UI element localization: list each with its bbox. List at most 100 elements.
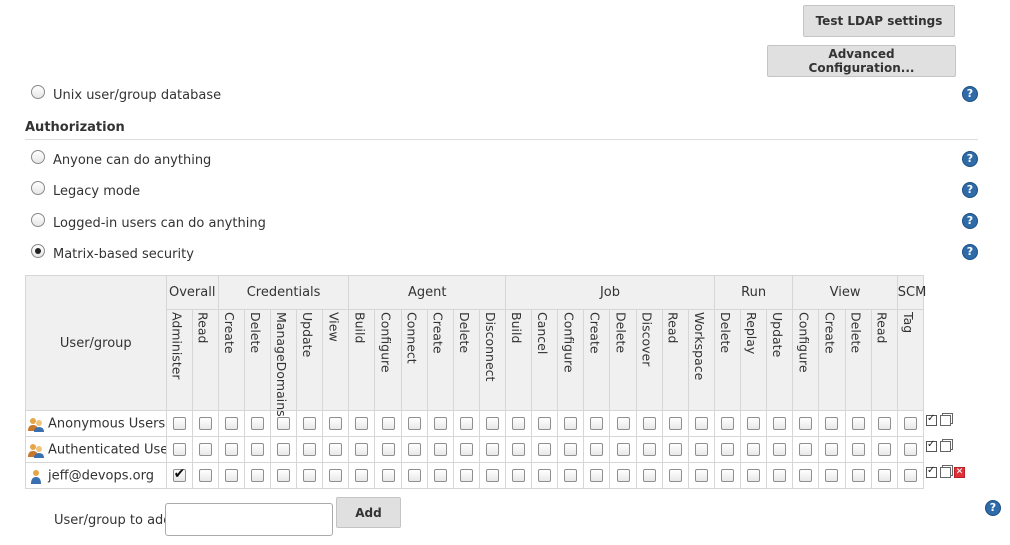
permission-checkbox-create[interactable] bbox=[433, 417, 447, 430]
permission-checkbox-read[interactable] bbox=[877, 417, 891, 430]
permission-checkbox-delete[interactable] bbox=[459, 443, 473, 456]
permission-checkbox-replay[interactable] bbox=[747, 443, 761, 456]
permission-checkbox-administer[interactable] bbox=[172, 443, 186, 456]
permission-checkbox-configure[interactable] bbox=[799, 469, 813, 482]
permission-checkbox-cancel[interactable] bbox=[538, 469, 552, 482]
permission-checkbox-connect[interactable] bbox=[407, 469, 421, 482]
permission-checkbox-view[interactable] bbox=[329, 417, 343, 430]
permission-checkbox-configure[interactable] bbox=[799, 443, 813, 456]
permission-checkbox-read[interactable] bbox=[198, 469, 212, 482]
permission-checkbox-build[interactable] bbox=[512, 443, 526, 456]
help-icon[interactable]: ? bbox=[962, 213, 978, 229]
add-button[interactable]: Add bbox=[336, 497, 401, 528]
permission-checkbox-update[interactable] bbox=[773, 443, 787, 456]
permission-checkbox-create[interactable] bbox=[224, 443, 238, 456]
permission-checkbox-view[interactable] bbox=[329, 443, 343, 456]
permission-checkbox-disconnect[interactable] bbox=[485, 443, 499, 456]
permission-checkbox-disconnect[interactable] bbox=[485, 417, 499, 430]
permission-checkbox-update[interactable] bbox=[303, 443, 317, 456]
permission-checkbox-delete[interactable] bbox=[851, 443, 865, 456]
permission-checkbox-create[interactable] bbox=[433, 443, 447, 456]
help-icon[interactable]: ? bbox=[962, 244, 978, 260]
toggle-all-icon[interactable] bbox=[926, 439, 937, 452]
permission-checkbox-configure[interactable] bbox=[381, 443, 395, 456]
permission-checkbox-build[interactable] bbox=[512, 417, 526, 430]
permission-checkbox-configure[interactable] bbox=[564, 443, 578, 456]
radio-logged-in-users-can-do-anything[interactable] bbox=[31, 213, 45, 227]
permission-checkbox-delete[interactable] bbox=[616, 469, 630, 482]
permission-checkbox-delete[interactable] bbox=[721, 417, 734, 430]
permission-checkbox-disconnect[interactable] bbox=[485, 469, 499, 482]
toggle-all-icon[interactable] bbox=[926, 413, 937, 426]
permission-checkbox-administer[interactable] bbox=[172, 466, 186, 482]
permission-checkbox-configure[interactable] bbox=[564, 417, 578, 430]
permission-checkbox-delete[interactable] bbox=[851, 417, 865, 430]
test-ldap-settings-button[interactable]: Test LDAP settings bbox=[803, 5, 955, 37]
radio-anyone-can-do-anything[interactable] bbox=[31, 150, 45, 164]
delete-icon[interactable]: ✕ bbox=[954, 467, 965, 478]
permission-checkbox-create[interactable] bbox=[433, 469, 447, 482]
permission-checkbox-workspace[interactable] bbox=[694, 443, 708, 456]
permission-checkbox-read[interactable] bbox=[877, 443, 891, 456]
permission-checkbox-configure[interactable] bbox=[381, 417, 395, 430]
radio-matrix-based-security[interactable] bbox=[31, 244, 45, 258]
permission-checkbox-delete[interactable] bbox=[616, 443, 630, 456]
permission-checkbox-tag[interactable] bbox=[903, 469, 917, 482]
copy-row-icon[interactable] bbox=[940, 415, 951, 426]
permission-checkbox-update[interactable] bbox=[773, 469, 787, 482]
permission-checkbox-managedomains[interactable] bbox=[277, 469, 291, 482]
permission-checkbox-build[interactable] bbox=[355, 417, 369, 430]
permission-checkbox-read[interactable] bbox=[198, 417, 212, 430]
copy-row-icon[interactable] bbox=[940, 441, 951, 452]
permission-checkbox-create[interactable] bbox=[590, 417, 604, 430]
permission-checkbox-delete[interactable] bbox=[851, 469, 865, 482]
permission-checkbox-cancel[interactable] bbox=[538, 417, 552, 430]
permission-checkbox-create[interactable] bbox=[224, 469, 238, 482]
user-group-to-add-input[interactable] bbox=[165, 503, 333, 536]
permission-checkbox-delete[interactable] bbox=[721, 443, 734, 456]
permission-checkbox-create[interactable] bbox=[825, 417, 839, 430]
permission-checkbox-delete[interactable] bbox=[459, 417, 473, 430]
permission-checkbox-read[interactable] bbox=[668, 417, 682, 430]
permission-checkbox-discover[interactable] bbox=[642, 417, 656, 430]
toggle-all-icon[interactable] bbox=[926, 465, 937, 478]
permission-checkbox-connect[interactable] bbox=[407, 443, 421, 456]
permission-checkbox-delete[interactable] bbox=[616, 417, 630, 430]
permission-checkbox-read[interactable] bbox=[877, 469, 891, 482]
permission-checkbox-create[interactable] bbox=[224, 417, 238, 430]
copy-row-icon[interactable] bbox=[940, 467, 951, 478]
permission-checkbox-replay[interactable] bbox=[747, 469, 761, 482]
permission-checkbox-read[interactable] bbox=[668, 469, 682, 482]
permission-checkbox-configure[interactable] bbox=[381, 469, 395, 482]
permission-checkbox-delete[interactable] bbox=[250, 469, 264, 482]
permission-checkbox-workspace[interactable] bbox=[694, 469, 708, 482]
permission-checkbox-update[interactable] bbox=[303, 417, 317, 430]
radio-legacy-mode[interactable] bbox=[31, 181, 45, 195]
permission-checkbox-tag[interactable] bbox=[903, 417, 917, 430]
permission-checkbox-discover[interactable] bbox=[642, 469, 656, 482]
permission-checkbox-build[interactable] bbox=[355, 469, 369, 482]
permission-checkbox-delete[interactable] bbox=[250, 417, 264, 430]
permission-checkbox-discover[interactable] bbox=[642, 443, 656, 456]
permission-checkbox-configure[interactable] bbox=[564, 469, 578, 482]
permission-checkbox-create[interactable] bbox=[590, 469, 604, 482]
help-icon[interactable]: ? bbox=[962, 86, 978, 102]
permission-checkbox-managedomains[interactable] bbox=[277, 443, 291, 456]
permission-checkbox-read[interactable] bbox=[198, 443, 212, 456]
permission-checkbox-update[interactable] bbox=[303, 469, 317, 482]
help-icon[interactable]: ? bbox=[962, 151, 978, 167]
permission-checkbox-replay[interactable] bbox=[747, 417, 761, 430]
advanced-configuration-button[interactable]: Advanced Configuration... bbox=[767, 45, 956, 77]
permission-checkbox-build[interactable] bbox=[512, 469, 526, 482]
permission-checkbox-update[interactable] bbox=[773, 417, 787, 430]
permission-checkbox-read[interactable] bbox=[668, 443, 682, 456]
permission-checkbox-delete[interactable] bbox=[250, 443, 264, 456]
permission-checkbox-create[interactable] bbox=[825, 469, 839, 482]
permission-checkbox-view[interactable] bbox=[329, 469, 343, 482]
permission-checkbox-administer[interactable] bbox=[172, 417, 186, 430]
permission-checkbox-connect[interactable] bbox=[407, 417, 421, 430]
help-icon[interactable]: ? bbox=[985, 500, 1001, 516]
permission-checkbox-delete[interactable] bbox=[459, 469, 473, 482]
help-icon[interactable]: ? bbox=[962, 182, 978, 198]
permission-checkbox-cancel[interactable] bbox=[538, 443, 552, 456]
